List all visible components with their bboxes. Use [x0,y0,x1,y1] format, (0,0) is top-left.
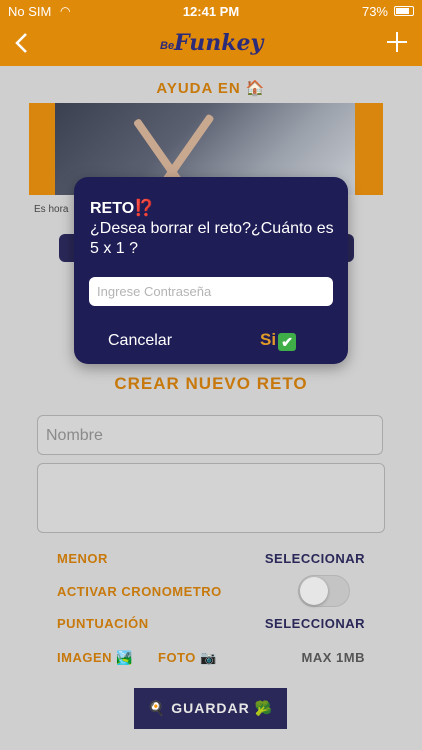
menor-select-button[interactable]: SELECCIONAR [265,551,365,566]
toggle-knob [300,577,328,605]
password-input[interactable]: Ingrese Contraseña [89,277,333,306]
max-size-label: MAX 1MB [301,650,365,665]
puntuacion-label: PUNTUACIÓN [57,616,149,631]
cancel-button[interactable]: Cancelar [108,332,172,350]
name-placeholder: Nombre [46,427,103,444]
back-icon[interactable] [10,28,36,58]
name-input[interactable]: Nombre [37,415,383,455]
foto-button[interactable]: FOTO 📷 [158,650,217,666]
dialog-message: ¿Desea borrar el reto?¿Cuánto es 5 x 1 ? [90,220,334,257]
puntuacion-select-button[interactable]: SELECCIONAR [265,616,365,631]
app-logo: Be Funkey [160,30,264,56]
status-bar: No SIM ◠ 12:41 PM 73% [0,0,422,22]
confirm-label: Si [260,330,277,349]
menor-label: MENOR [57,551,108,566]
save-button[interactable]: 🍳 GUARDAR 🥦 [134,688,287,729]
clock: 12:41 PM [182,4,240,19]
create-heading: CREAR NUEVO RETO [114,374,308,393]
add-icon[interactable] [384,26,410,58]
battery-label: 73% [361,4,388,19]
description-textarea[interactable] [37,463,385,533]
confirm-dialog: RETO⁉️ ¿Desea borrar el reto?¿Cuánto es … [74,177,348,364]
crono-toggle[interactable] [298,575,350,607]
password-placeholder: Ingrese Contraseña [97,284,212,299]
crono-label: ACTIVAR CRONOMETRO [57,584,222,599]
imagen-button[interactable]: IMAGEN 🏞️ [57,650,133,666]
dialog-title: RETO⁉️ [90,200,155,217]
battery-icon [394,6,414,16]
nav-bar: Be Funkey [0,22,422,66]
help-caption: Es hora [34,204,69,215]
help-heading: AYUDA EN 🏠 [156,80,266,97]
confirm-button[interactable]: Si ✔ [260,330,297,351]
check-icon: ✔ [278,333,297,351]
